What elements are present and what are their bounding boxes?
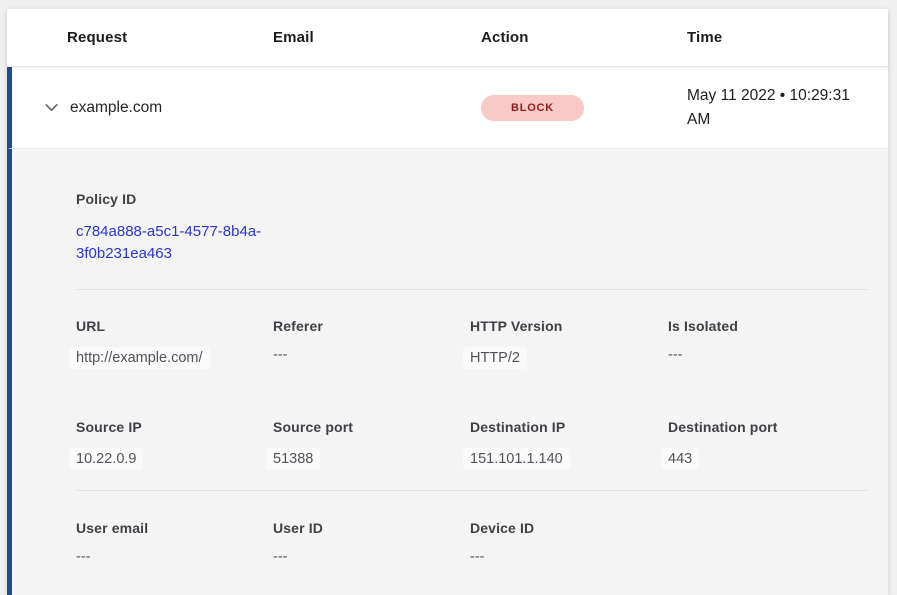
policy-id-link[interactable]: c784a888-a5c1-4577-8b4a-3f0b231ea463 [76, 221, 276, 265]
detail-field-source-ip: Source IP 10.22.0.9 [76, 419, 273, 470]
detail-field-value: --- [273, 549, 470, 565]
detail-field-label: User email [76, 520, 273, 536]
detail-field-value: --- [470, 549, 668, 565]
detail-field-value: 10.22.0.9 [76, 448, 273, 470]
column-header-email: Email [273, 29, 481, 46]
detail-field-label: URL [76, 318, 273, 334]
detail-field-label: Referer [273, 318, 470, 334]
column-header-time: Time [687, 29, 888, 46]
row-expand-toggle[interactable] [42, 99, 60, 117]
detail-field-value: HTTP/2 [470, 347, 668, 369]
column-header-request: Request [67, 29, 273, 46]
detail-field-user-email: User email --- [76, 520, 273, 565]
detail-field-value: --- [76, 549, 273, 565]
detail-field-source-port: Source port 51388 [273, 419, 470, 470]
table-header-row: Request Email Action Time [7, 9, 888, 67]
detail-field-label: Is Isolated [668, 318, 868, 334]
detail-field-destination-port: Destination port 443 [668, 419, 868, 470]
row-detail-panel: Policy ID c784a888-a5c1-4577-8b4a-3f0b23… [7, 149, 888, 595]
row-time-value: May 11 2022 • 10:29:31 AM [687, 84, 867, 132]
detail-field-http-version: HTTP Version HTTP/2 [470, 318, 668, 369]
detail-field-user-id: User ID --- [273, 520, 470, 565]
detail-field-value: http://example.com/ [76, 347, 273, 369]
detail-field-label: Destination IP [470, 419, 668, 435]
detail-user-grid: User email --- User ID --- Device ID --- [76, 520, 868, 565]
detail-field-label: Destination port [668, 419, 868, 435]
detail-field-value: --- [273, 347, 470, 363]
chevron-down-icon [43, 99, 60, 116]
detail-field-value: 151.101.1.140 [470, 448, 668, 470]
detail-field-referer: Referer --- [273, 318, 470, 369]
detail-fields-grid: URL http://example.com/ Referer --- HTTP… [76, 318, 868, 470]
row-action-cell: BLOCK [481, 95, 687, 121]
detail-field-label: Device ID [470, 520, 668, 536]
detail-field-value: --- [668, 347, 868, 363]
divider [76, 490, 868, 491]
detail-field-is-isolated: Is Isolated --- [668, 318, 868, 369]
column-header-action: Action [481, 29, 687, 46]
table-row[interactable]: example.com BLOCK May 11 2022 • 10:29:31… [7, 67, 888, 149]
detail-field-destination-ip: Destination IP 151.101.1.140 [470, 419, 668, 470]
detail-field-url: URL http://example.com/ [76, 318, 273, 369]
request-log-table: Request Email Action Time example.com BL… [7, 9, 888, 595]
action-block-badge: BLOCK [481, 95, 584, 121]
row-request-value: example.com [67, 99, 273, 117]
detail-field-device-id: Device ID --- [470, 520, 668, 565]
divider [76, 289, 868, 290]
detail-field-label: HTTP Version [470, 318, 668, 334]
detail-field-value: 443 [668, 448, 868, 470]
detail-field-label: Source IP [76, 419, 273, 435]
detail-field-label: Source port [273, 419, 470, 435]
policy-id-label: Policy ID [76, 191, 868, 207]
detail-field-value: 51388 [273, 448, 470, 470]
detail-field-label: User ID [273, 520, 470, 536]
policy-section: Policy ID c784a888-a5c1-4577-8b4a-3f0b23… [76, 191, 868, 265]
